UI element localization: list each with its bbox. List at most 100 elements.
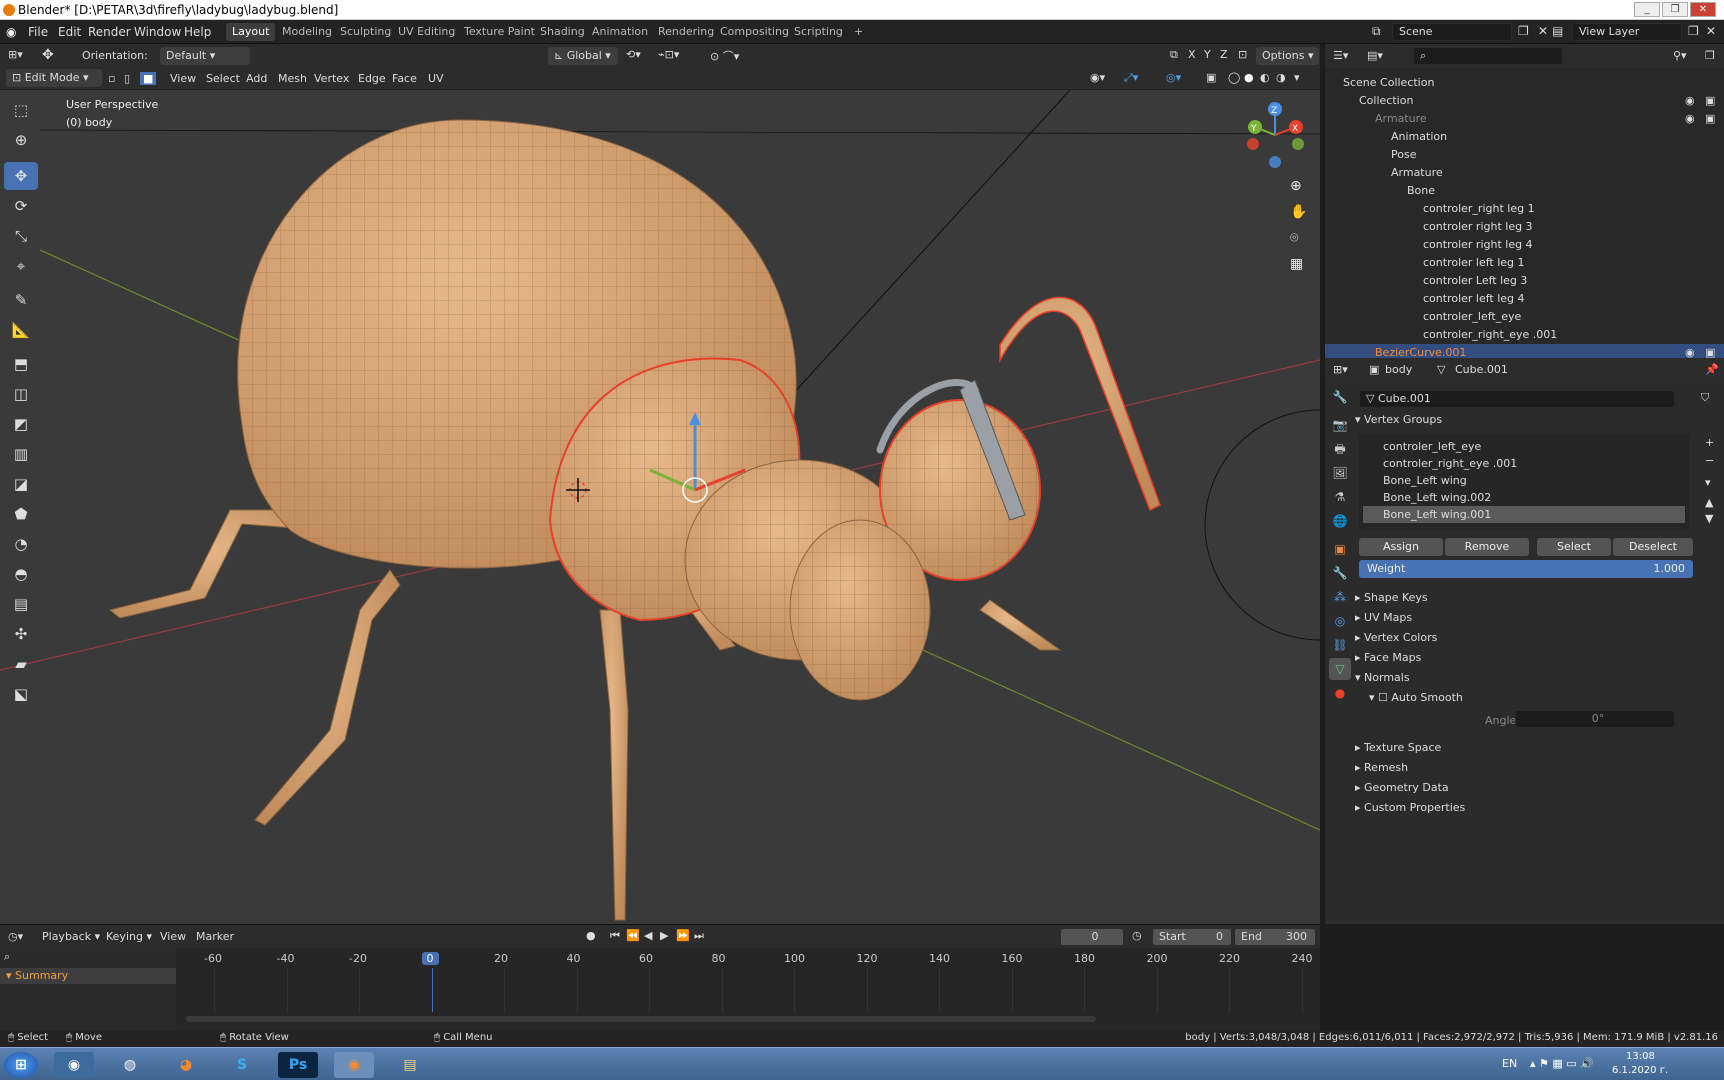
camera-view-icon[interactable]: ⌾ [1290, 230, 1298, 246]
filter-icon[interactable]: ⚲▾ [1673, 49, 1687, 62]
face-maps-panel-header[interactable]: ▸ Face Maps [1355, 648, 1721, 668]
overlay-toggle-icon[interactable]: ◎▾ [1166, 71, 1181, 84]
timeline-editor-icon[interactable]: ◷▾ [8, 930, 23, 943]
minimize-button[interactable]: _ [1634, 2, 1660, 17]
menu-playback[interactable]: Playback ▾ [42, 930, 100, 943]
jump-end-icon[interactable]: ⏭ [694, 929, 704, 943]
menu-edit[interactable]: Edit [58, 25, 81, 39]
outliner-item[interactable]: controler right leg 4 [1325, 236, 1724, 254]
outliner-item[interactable]: Armature ◉ ▣ [1325, 110, 1724, 128]
photoshop-taskbar-icon[interactable]: Ps [278, 1052, 318, 1078]
uv-maps-panel-header[interactable]: ▸ UV Maps [1355, 608, 1721, 628]
output-tab-icon[interactable]: 🖶 [1329, 438, 1351, 460]
outliner-item[interactable]: controler_right_eye .001 [1325, 326, 1724, 344]
play-reverse-icon[interactable]: ◀ [644, 929, 652, 942]
menu-select[interactable]: Select [206, 72, 240, 85]
start-frame-field[interactable]: Start 0 [1152, 928, 1232, 946]
inset-tool-icon[interactable]: ◫ [4, 380, 38, 408]
mesh-data-tab-icon[interactable]: ▽ [1329, 658, 1351, 680]
view-layer-new-icon[interactable]: ❐ [1688, 24, 1699, 38]
options-dropdown[interactable]: Options ▾ [1256, 47, 1320, 65]
end-frame-field[interactable]: End 300 [1234, 928, 1316, 946]
annotate-tool-icon[interactable]: ✎ [4, 286, 38, 314]
tab-shading[interactable]: Shading [534, 23, 591, 41]
select-mode-vertex-icon[interactable]: ▫ [108, 72, 115, 85]
display-mode-icon[interactable]: ▤▾ [1367, 49, 1383, 62]
xray-icon[interactable]: ▣ [1206, 71, 1216, 84]
add-workspace-button[interactable]: + [848, 23, 869, 41]
select-box-icon[interactable]: ⬚ [4, 96, 38, 124]
menu-add[interactable]: Add [246, 72, 267, 85]
normals-panel-header[interactable]: ▾ Normals [1355, 668, 1721, 688]
timeline-scrollbar[interactable] [186, 1016, 1096, 1022]
menu-window[interactable]: Window [134, 25, 181, 39]
move-tool-icon[interactable]: ✥ [4, 162, 38, 190]
view-layer-tab-icon[interactable]: 🖼 [1329, 462, 1351, 484]
view-layer-selector[interactable]: View Layer [1572, 23, 1682, 41]
scene-tab-icon[interactable]: ⚗ [1329, 486, 1351, 508]
menu-mesh[interactable]: Mesh [278, 72, 307, 85]
select-mode-face-icon[interactable]: ■ [140, 72, 157, 85]
mirror-y-toggle[interactable]: Y [1204, 48, 1211, 61]
scene-remove-icon[interactable]: ✕ [1538, 24, 1548, 38]
orientation-dropdown[interactable]: Default ▾ [160, 47, 250, 65]
editor-type-icon[interactable]: ⊞▾ [8, 48, 23, 61]
rip-tool-icon[interactable]: ⬕ [4, 680, 38, 708]
tab-compositing[interactable]: Compositing [714, 23, 795, 41]
tab-layout[interactable]: Layout [226, 23, 276, 41]
custom-properties-panel-header[interactable]: ▸ Custom Properties [1355, 798, 1721, 818]
firefox-taskbar-icon[interactable]: ◕ [166, 1052, 206, 1078]
tray-icons[interactable]: ▴ ⚑ ▦ ▭ 🔊 [1530, 1057, 1594, 1070]
loop-cut-tool-icon[interactable]: ▥ [4, 440, 38, 468]
timeline-area[interactable]: ⌕ ▾ Summary -60 -40 -20 0 20 40 60 80 100 120 140 1… [0, 948, 1320, 1030]
outliner-item[interactable]: Pose [1325, 146, 1724, 164]
extrude-tool-icon[interactable]: ⬒ [4, 350, 38, 378]
geometry-data-panel-header[interactable]: ▸ Geometry Data [1355, 778, 1721, 798]
timeline-search-icon[interactable]: ⌕ [4, 950, 10, 964]
mirror-z-toggle[interactable]: Z [1220, 48, 1228, 61]
transform-orientation-dropdown[interactable]: ⊾ Global ▾ [548, 47, 618, 65]
render-camera-icon[interactable]: ▣ [1705, 110, 1715, 128]
outliner-item[interactable]: Scene Collection [1325, 74, 1724, 92]
new-collection-icon[interactable]: ❐ [1705, 49, 1715, 62]
vertex-group-item[interactable]: controler_left_eye [1363, 438, 1685, 455]
mode-dropdown[interactable]: ⊡ Edit Mode ▾ [6, 69, 102, 87]
scale-tool-icon[interactable]: ⤡ [4, 222, 38, 250]
tool-tab-icon[interactable]: 🔧 [1329, 386, 1351, 408]
snap-icon[interactable]: ⟲▾ [626, 48, 641, 61]
playhead-line[interactable] [431, 968, 433, 1012]
shrink-fatten-tool-icon[interactable]: ✣ [4, 620, 38, 648]
vertex-group-item[interactable]: controler_right_eye .001 [1363, 455, 1685, 472]
play-icon[interactable]: ▶ [660, 929, 668, 942]
shading-rendered-icon[interactable]: ◑ [1276, 71, 1286, 84]
summary-channel[interactable]: ▾ Summary [0, 968, 176, 984]
tab-sculpting[interactable]: Sculpting [334, 23, 397, 41]
blender-menu-icon[interactable]: ◉ [6, 25, 16, 39]
mirror-x-toggle[interactable]: X [1188, 48, 1196, 61]
explorer-taskbar-icon[interactable]: ▤ [390, 1052, 430, 1078]
shading-wire-icon[interactable]: ◯ [1228, 71, 1240, 84]
render-camera-icon[interactable]: ▣ [1705, 92, 1715, 110]
pan-hand-icon[interactable]: ✋ [1290, 204, 1307, 220]
move-down-icon[interactable]: ▼ [1705, 512, 1713, 525]
menu-uv[interactable]: UV [428, 72, 444, 85]
use-preview-range-icon[interactable]: ◷ [1132, 929, 1142, 942]
scene-new-icon[interactable]: ❐ [1518, 24, 1529, 38]
vertex-colors-panel-header[interactable]: ▸ Vertex Colors [1355, 628, 1721, 648]
tab-animation[interactable]: Animation [586, 23, 654, 41]
start-button[interactable]: ⊞ [4, 1052, 38, 1078]
fake-user-icon[interactable]: ⛉ [1701, 391, 1709, 405]
language-indicator[interactable]: EN [1502, 1057, 1517, 1070]
menu-view[interactable]: View [170, 72, 196, 85]
remove-button[interactable]: Remove [1445, 538, 1529, 556]
transform-pivot-icon[interactable]: ✥ [42, 47, 54, 63]
menu-timeline-view[interactable]: View [160, 930, 186, 943]
menu-keying[interactable]: Keying ▾ [106, 930, 152, 943]
ortho-grid-icon[interactable]: ▦ [1290, 256, 1303, 272]
outliner-item[interactable]: controler_right leg 1 [1325, 200, 1724, 218]
properties-editor-icon[interactable]: ⊞▾ [1333, 363, 1348, 376]
move-up-icon[interactable]: ▲ [1705, 496, 1713, 509]
vertex-groups-panel-header[interactable]: ▾ Vertex Groups [1355, 410, 1721, 430]
menu-file[interactable]: File [28, 25, 48, 39]
outliner-item[interactable]: Bone [1325, 182, 1724, 200]
